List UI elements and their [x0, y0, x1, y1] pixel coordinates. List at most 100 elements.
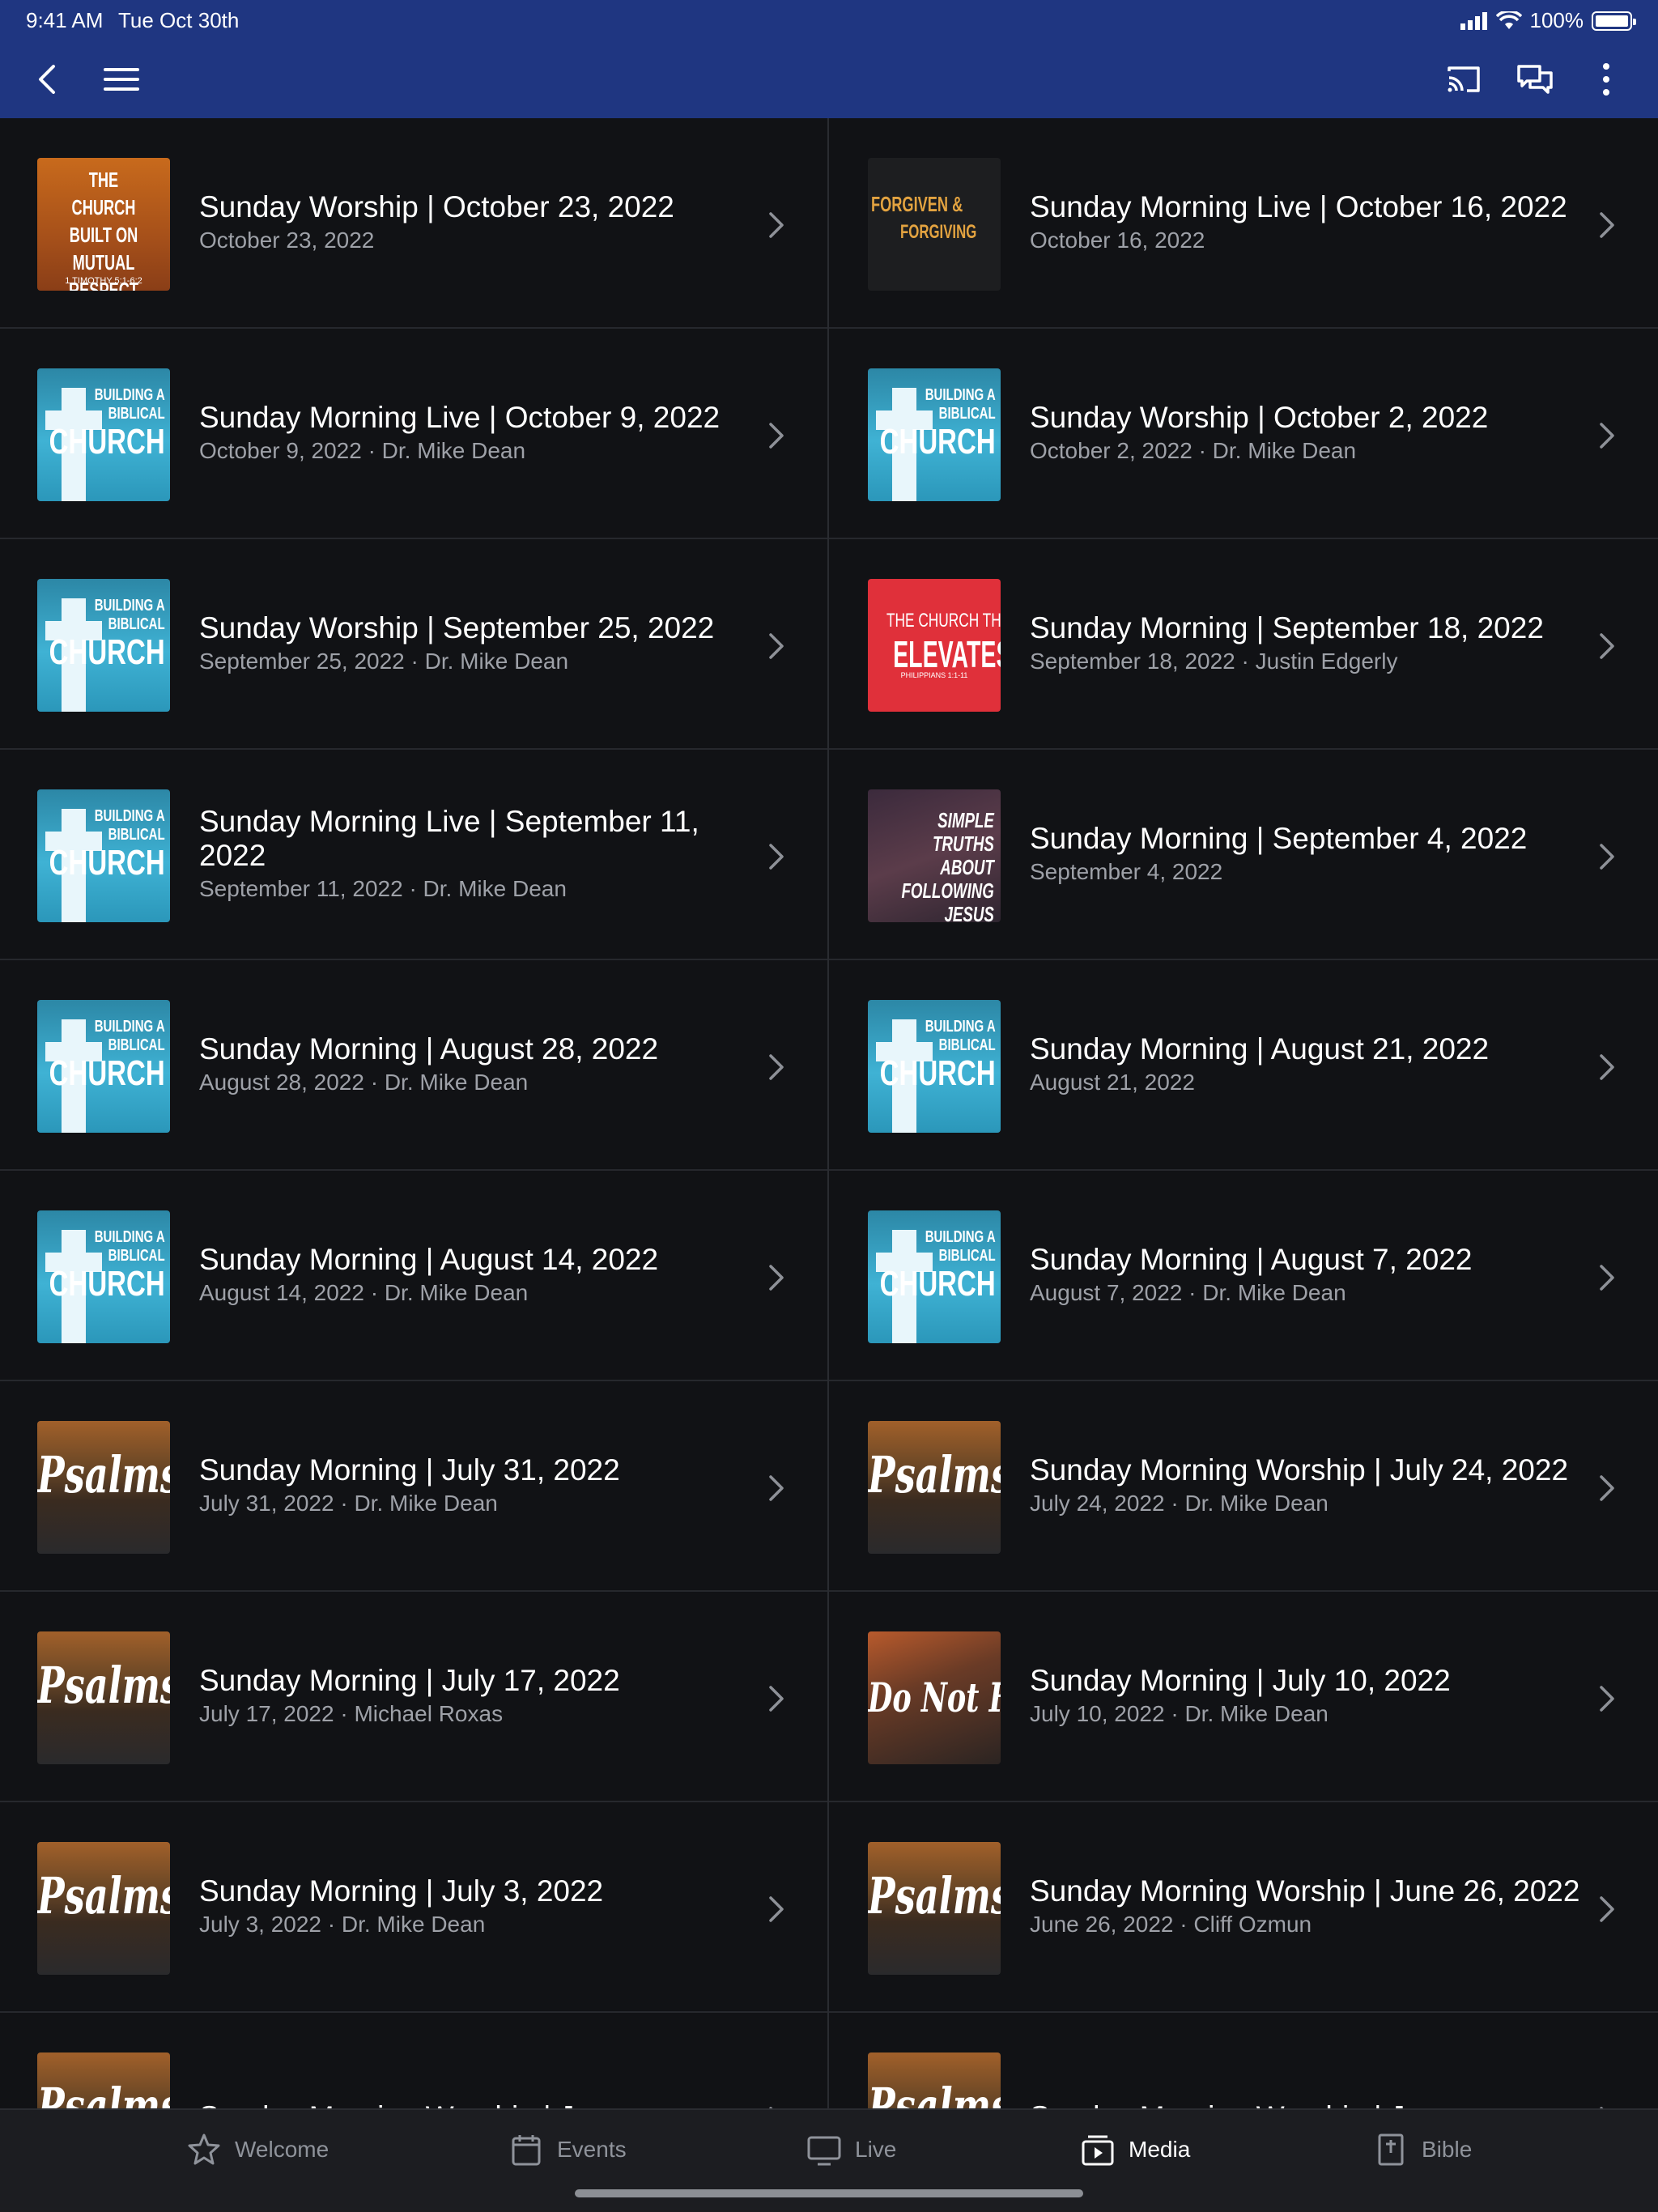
sermon-artwork: BUILDING A BIBLICAL CHURCH — [37, 368, 170, 501]
media-item-title: Sunday Morning | July 31, 2022 — [199, 1453, 620, 1487]
media-list-item[interactable]: THE CHURCH BUILT ON MUTUAL RESPECT 1 TIMOTHY… — [0, 118, 827, 329]
media-item-subtitle: July 17, 2022 · Michael Roxas — [199, 1701, 504, 1726]
media-item-title: Sunday Morning | August 7, 2022 — [1030, 1243, 1473, 1276]
sermon-artwork: THE CHURCH BUILT ON MUTUAL RESPECT 1 TIMOTHY… — [37, 158, 170, 291]
media-item-subtitle: September 11, 2022 · Dr. Mike Dean — [199, 876, 567, 901]
tab-live[interactable]: Live — [806, 2129, 896, 2170]
home-indicator — [575, 2189, 1083, 2197]
sermon-artwork: Psalms — [37, 2052, 170, 2108]
media-item-text: Sunday Morning | September 4, 2022 Septem… — [1030, 750, 1580, 959]
media-item-text: Sunday Morning Live | September 11, 2022… — [199, 750, 746, 959]
star-icon — [188, 2133, 220, 2165]
tab-media-label: Media — [1129, 2137, 1191, 2162]
media-list-item[interactable]: BUILDING A BIBLICAL CHURCH Sunday Morning L… — [0, 329, 827, 539]
chevron-right-icon — [1595, 419, 1619, 452]
cast-button[interactable] — [1435, 50, 1493, 108]
media-list-item[interactable]: BUILDING A BIBLICAL CHURCH Sunday Worship |… — [829, 329, 1658, 539]
chevron-right-icon — [764, 1893, 789, 1925]
vertical-ellipsis-icon — [1603, 63, 1609, 96]
media-item-subtitle: September 25, 2022 · Dr. Mike Dean — [199, 649, 569, 674]
media-list-item[interactable]: BUILDING A BIBLICAL CHURCH Sunday Morning |… — [829, 1171, 1658, 1381]
sermon-artwork: THE CHURCH THATELEVATESPHILIPPIANS 1:1-1… — [868, 579, 1001, 712]
media-list: THE CHURCH BUILT ON MUTUAL RESPECT 1 TIMOTHY… — [0, 118, 1658, 2108]
chevron-right-icon — [764, 1472, 789, 1504]
sermon-artwork: BUILDING A BIBLICAL CHURCH — [37, 789, 170, 922]
media-list-item[interactable]: THE CHURCH THATELEVATESPHILIPPIANS 1:1-1… — [829, 539, 1658, 750]
more-options-button[interactable] — [1577, 50, 1635, 108]
chevron-right-icon — [1595, 1682, 1619, 1715]
chevron-right-icon — [1595, 1261, 1619, 1294]
media-item-subtitle: July 31, 2022 · Dr. Mike Dean — [199, 1491, 498, 1516]
status-bar: 9:41 AM Tue Oct 30th 100% — [26, 8, 1636, 32]
media-item-subtitle: June 26, 2022 · Cliff Ozmun — [1030, 1912, 1312, 1937]
media-item-text: Sunday Morning | August 21, 2022 August 2… — [1030, 960, 1580, 1169]
tab-bible[interactable]: Bible — [1373, 2129, 1472, 2170]
media-list-item[interactable]: Psalms Sunday Morning Worship | June — [0, 2013, 827, 2108]
tab-welcome-label: Welcome — [235, 2137, 329, 2162]
chevron-right-icon — [764, 630, 789, 662]
cellular-signal-icon — [1460, 11, 1487, 30]
media-play-icon — [1082, 2135, 1114, 2166]
media-list-item[interactable]: Psalms Sunday Morning Worship | July 24, … — [829, 1381, 1658, 1592]
media-list-item[interactable]: Psalms Sunday Morning | July 3, 2022 July … — [0, 1802, 827, 2013]
media-item-title: Sunday Morning Worship | June — [1030, 2100, 1580, 2108]
media-list-item[interactable]: BUILDING A BIBLICAL CHURCH Sunday Morning |… — [0, 1171, 827, 1381]
media-item-title: Sunday Morning Worship | June 26, 2022 — [1030, 1874, 1580, 1908]
sermon-artwork: BUILDING A BIBLICAL CHURCH — [868, 368, 1001, 501]
media-item-title: Sunday Morning Live | October 16, 2022 — [1030, 190, 1567, 223]
status-time: 9:41 AM — [26, 8, 104, 32]
media-item-title: Sunday Morning | July 3, 2022 — [199, 1874, 604, 1908]
menu-button[interactable] — [92, 50, 151, 108]
media-list-item[interactable]: BUILDING A BIBLICAL CHURCH Sunday Morning L… — [0, 750, 827, 960]
chevron-right-icon — [1595, 1893, 1619, 1925]
media-item-title: Sunday Morning | September 4, 2022 — [1030, 822, 1528, 855]
sermon-artwork: BUILDING A BIBLICAL CHURCH — [868, 1000, 1001, 1133]
back-button[interactable] — [19, 50, 78, 108]
wifi-icon — [1495, 11, 1522, 29]
chevron-right-icon — [1595, 1051, 1619, 1083]
tab-media[interactable]: Media — [1080, 2129, 1190, 2170]
media-item-title: Sunday Worship | September 25, 2022 — [199, 611, 715, 644]
battery-percent: 100% — [1529, 8, 1584, 32]
media-item-title: Sunday Worship | October 2, 2022 — [1030, 401, 1489, 434]
top-bar: 9:41 AM Tue Oct 30th 100% — [0, 0, 1658, 118]
media-item-text: Sunday Worship | October 2, 2022 October … — [1030, 329, 1580, 538]
media-list-item[interactable]: SIMPLE TRUTHS ABOUT FOLLOWING JESUS Sunday M… — [829, 750, 1658, 960]
media-list-item[interactable]: Psalms Sunday Morning Worship | June — [829, 2013, 1658, 2108]
tab-events[interactable]: Events — [508, 2129, 627, 2170]
media-item-text: Sunday Morning | August 7, 2022 August 7,… — [1030, 1171, 1580, 1380]
media-item-title: Sunday Morning Live | September 11, 2022 — [199, 805, 699, 872]
media-list-item[interactable]: FORGIVEN & FORGIVING Sunday Morning Live |… — [829, 118, 1658, 329]
media-item-text: Sunday Morning Live | October 9, 2022 Oct… — [199, 329, 746, 538]
media-item-subtitle: October 9, 2022 · Dr. Mike Dean — [199, 438, 526, 463]
media-item-title: Sunday Worship | October 23, 2022 — [199, 190, 674, 223]
media-item-title: Sunday Morning | July 17, 2022 — [199, 1664, 620, 1697]
sermon-artwork: Psalms — [37, 1842, 170, 1975]
chevron-right-icon — [1595, 1472, 1619, 1504]
media-list-item[interactable]: BUILDING A BIBLICAL CHURCH Sunday Worship |… — [0, 539, 827, 750]
media-item-text: Sunday Morning | July 17, 2022 July 17, 2… — [199, 1592, 746, 1801]
battery-icon — [1592, 11, 1636, 31]
media-item-text: Sunday Morning Worship | June — [199, 2013, 746, 2108]
sermon-artwork: Psalms — [868, 1842, 1001, 1975]
media-list-item[interactable]: Psalms Sunday Morning Worship | June 26, … — [829, 1802, 1658, 2013]
chevron-right-icon — [764, 1051, 789, 1083]
chevron-right-icon — [1595, 209, 1619, 241]
chevron-right-icon — [764, 1682, 789, 1715]
chevron-right-icon — [764, 840, 789, 873]
sermon-artwork: Psalms — [37, 1631, 170, 1764]
media-list-item[interactable]: Psalms Sunday Morning | July 31, 2022 July… — [0, 1381, 827, 1592]
media-list-item[interactable]: Do Not FreSunday Morning | July 10, 2022… — [829, 1592, 1658, 1802]
tab-welcome[interactable]: Welcome — [186, 2129, 329, 2170]
media-list-item[interactable]: BUILDING A BIBLICAL CHURCH Sunday Morning |… — [829, 960, 1658, 1171]
chat-button[interactable] — [1506, 50, 1564, 108]
tab-events-label: Events — [557, 2137, 627, 2162]
media-list-item[interactable]: BUILDING A BIBLICAL CHURCH Sunday Morning |… — [0, 960, 827, 1171]
sermon-artwork: BUILDING A BIBLICAL CHURCH — [37, 1000, 170, 1133]
chevron-left-icon — [39, 65, 55, 94]
sermon-artwork: FORGIVEN & FORGIVING — [868, 158, 1001, 291]
media-item-title: Sunday Morning | August 28, 2022 — [199, 1032, 659, 1066]
media-item-title: Sunday Morning Live | October 9, 2022 — [199, 401, 721, 434]
media-item-title: Sunday Morning | August 21, 2022 — [1030, 1032, 1490, 1066]
media-list-item[interactable]: Psalms Sunday Morning | July 17, 2022 July… — [0, 1592, 827, 1802]
